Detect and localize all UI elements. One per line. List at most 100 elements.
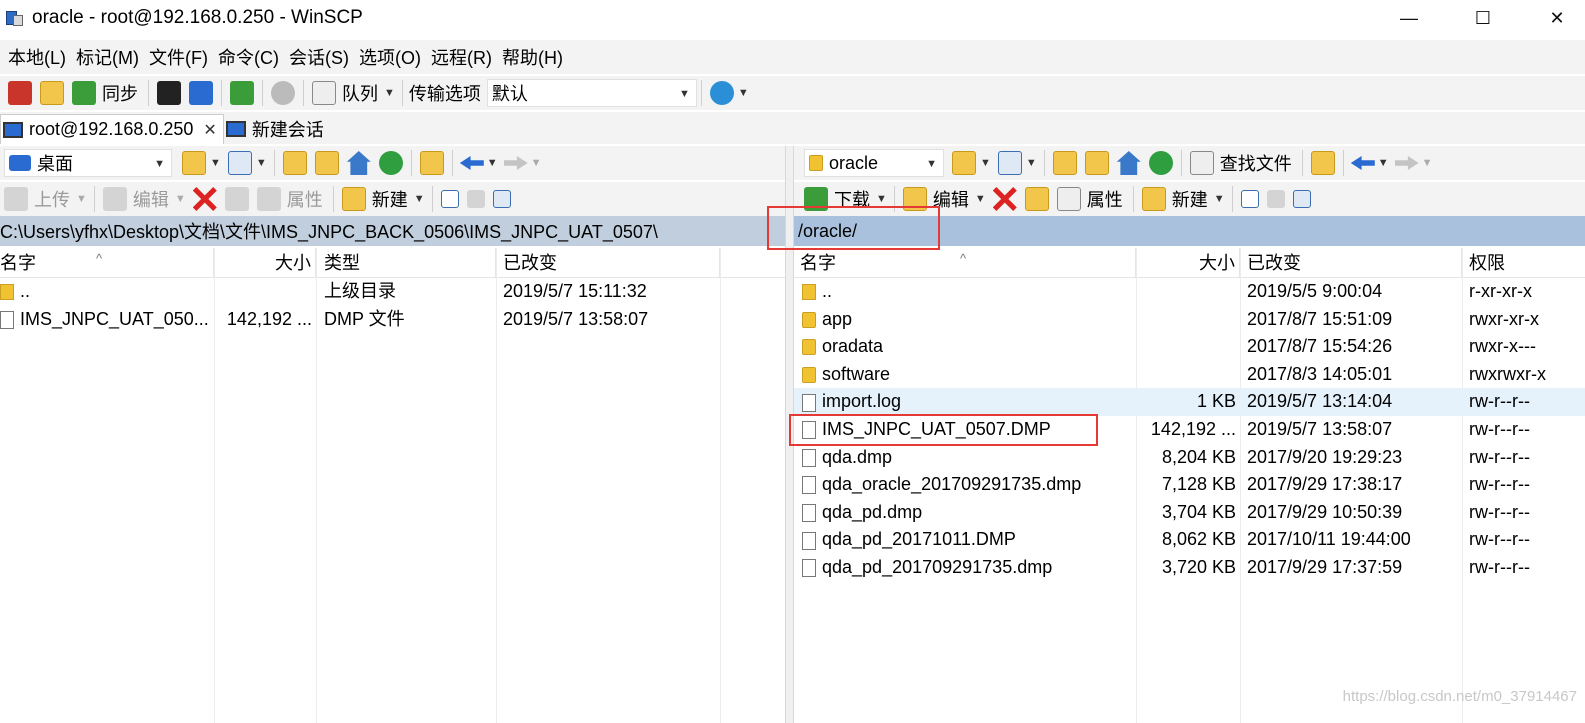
pane-splitter[interactable] — [785, 146, 794, 723]
chevron-down-icon[interactable]: ▼ — [210, 157, 221, 169]
new-button[interactable]: 新建 — [1172, 186, 1208, 212]
properties-icon[interactable] — [256, 187, 281, 211]
delete-icon[interactable] — [192, 187, 217, 211]
new-button[interactable]: 新建 — [372, 186, 408, 212]
column-name-header[interactable]: 名字 ^ — [794, 248, 1136, 278]
unselect-icon[interactable] — [1266, 190, 1285, 208]
site-globe-icon[interactable] — [709, 81, 734, 105]
properties-icon[interactable] — [1056, 187, 1081, 211]
delete-icon[interactable] — [992, 187, 1017, 211]
forward-arrow-icon[interactable] — [1394, 156, 1419, 170]
remote-dir-select[interactable]: oracle ▼ — [804, 149, 944, 177]
bookmarks-icon[interactable] — [419, 151, 444, 175]
remote-path-bar[interactable]: /oracle/ — [794, 216, 1585, 246]
queue-icon[interactable] — [312, 81, 336, 105]
properties-button[interactable]: 属性 — [1087, 186, 1123, 212]
chevron-down-icon[interactable]: ▼ — [256, 157, 267, 169]
rename-icon[interactable] — [1024, 187, 1049, 211]
table-row[interactable]: import.log 1 KB 2019/5/7 13:14:04 rw-r--r-- — [794, 388, 1585, 416]
new-folder-icon[interactable] — [341, 187, 366, 211]
minimize-button[interactable]: — — [1385, 0, 1433, 36]
refresh-icon[interactable] — [378, 151, 403, 175]
column-size-header[interactable]: 大小 — [1136, 248, 1240, 278]
queue-label[interactable]: 队列 — [342, 80, 378, 106]
properties-button[interactable]: 属性 — [287, 186, 323, 212]
chevron-down-icon[interactable]: ▼ — [975, 193, 986, 205]
synchronize-label[interactable]: 同步 — [102, 80, 138, 106]
preferences-gear-icon[interactable] — [271, 81, 295, 105]
column-type-header[interactable]: 类型 — [316, 248, 496, 278]
table-row[interactable]: .. 2019/5/5 9:00:04 r-xr-xr-x — [794, 278, 1585, 306]
menu-help[interactable]: 帮助(H) — [498, 44, 567, 70]
chevron-down-icon[interactable]: ▼ — [487, 157, 498, 169]
local-drive-select[interactable]: 桌面 ▼ — [4, 149, 172, 177]
edit-button[interactable]: 编辑 — [133, 186, 169, 212]
menu-local[interactable]: 本地(L) — [4, 44, 70, 70]
table-row[interactable]: qda.dmp 8,204 KB 2017/9/20 19:29:23 rw-r--r… — [794, 444, 1585, 472]
table-row[interactable]: software 2017/8/3 14:05:01 rwxrwxr-x — [794, 361, 1585, 389]
menu-options[interactable]: 选项(O) — [355, 44, 425, 70]
open-folder-icon[interactable] — [952, 151, 976, 175]
find-files-button[interactable]: 查找文件 — [1220, 150, 1292, 176]
open-folder-icon[interactable] — [182, 151, 206, 175]
select-all-icon[interactable] — [1240, 190, 1259, 208]
maximize-button[interactable]: ☐ — [1459, 0, 1507, 36]
synchronize-icon[interactable] — [72, 81, 96, 105]
menu-remote[interactable]: 远程(R) — [427, 44, 496, 70]
back-arrow-icon[interactable] — [459, 156, 484, 170]
chevron-down-icon[interactable]: ▼ — [738, 87, 749, 99]
select-all-icon[interactable] — [440, 190, 459, 208]
table-row[interactable]: oradata 2017/8/7 15:54:26 rwxr-x--- — [794, 333, 1585, 361]
new-folder-icon[interactable] — [1141, 187, 1166, 211]
open-terminal-icon[interactable] — [157, 81, 181, 105]
local-path-bar[interactable]: C:\Users\yfhx\Desktop\文档\文件\IMS_JNPC_BAC… — [0, 216, 785, 246]
menu-session[interactable]: 会话(S) — [285, 44, 353, 70]
table-row[interactable]: IMS_JNPC_UAT_050... 142,192 ... DMP 文件 2… — [0, 306, 785, 334]
filter-icon[interactable] — [227, 151, 252, 175]
compare-directories-icon[interactable] — [8, 81, 32, 105]
table-row[interactable]: qda_oracle_201709291735.dmp 7,128 KB 2017/… — [794, 471, 1585, 499]
chevron-down-icon[interactable]: ▼ — [531, 157, 542, 169]
edit-button[interactable]: 编辑 — [933, 186, 969, 212]
filter-icon[interactable] — [997, 151, 1022, 175]
table-row[interactable]: .. 上级目录 2019/5/7 15:11:32 — [0, 278, 785, 306]
column-size-header[interactable]: 大小 — [214, 248, 316, 278]
column-changed-header[interactable]: 已改变 — [496, 248, 720, 278]
chevron-down-icon[interactable]: ▼ — [1214, 193, 1225, 205]
close-window-button[interactable]: ✕ — [1533, 0, 1581, 36]
edit-icon[interactable] — [102, 187, 127, 211]
synchronize-browsing-icon[interactable] — [40, 81, 64, 105]
upload-button[interactable]: 上传 — [34, 186, 70, 212]
chevron-down-icon[interactable]: ▼ — [175, 193, 186, 205]
unselect-icon[interactable] — [466, 190, 485, 208]
chevron-down-icon[interactable]: ▼ — [1422, 157, 1433, 169]
filter-select-icon[interactable] — [492, 190, 511, 208]
root-directory-icon[interactable] — [314, 151, 339, 175]
table-row[interactable]: IMS_JNPC_UAT_0507.DMP 142,192 ... 2019/5/7… — [794, 416, 1585, 444]
upload-icon[interactable] — [4, 187, 28, 211]
menu-commands[interactable]: 命令(C) — [214, 44, 283, 70]
parent-directory-icon[interactable] — [1052, 151, 1077, 175]
back-arrow-icon[interactable] — [1350, 156, 1375, 170]
transfer-preset-select[interactable]: 默认 ▼ — [486, 79, 697, 107]
rename-icon[interactable] — [224, 187, 249, 211]
filter-select-icon[interactable] — [1292, 190, 1311, 208]
home-icon[interactable] — [1116, 151, 1141, 175]
parent-directory-icon[interactable] — [282, 151, 307, 175]
chevron-down-icon[interactable]: ▼ — [1026, 157, 1037, 169]
chevron-down-icon[interactable]: ▼ — [1378, 157, 1389, 169]
column-name-header[interactable]: 名字 ^ — [0, 248, 214, 278]
edit-icon[interactable] — [902, 187, 927, 211]
menu-mark[interactable]: 标记(M) — [72, 44, 143, 70]
chevron-down-icon[interactable]: ▼ — [414, 193, 425, 205]
refresh-icon[interactable] — [1148, 151, 1173, 175]
column-changed-header[interactable]: 已改变 — [1240, 248, 1462, 278]
find-files-icon[interactable] — [1189, 151, 1214, 175]
putty-icon[interactable] — [189, 81, 213, 105]
table-row[interactable]: qda_pd.dmp 3,704 KB 2017/9/29 10:50:39 rw-r… — [794, 499, 1585, 527]
root-directory-icon[interactable] — [1084, 151, 1109, 175]
tab-new-session[interactable]: 新建会话 — [224, 114, 330, 144]
download-button[interactable]: 下载 — [834, 186, 870, 212]
chevron-down-icon[interactable]: ▼ — [876, 193, 887, 205]
close-tab-icon[interactable]: ✕ — [203, 120, 216, 140]
